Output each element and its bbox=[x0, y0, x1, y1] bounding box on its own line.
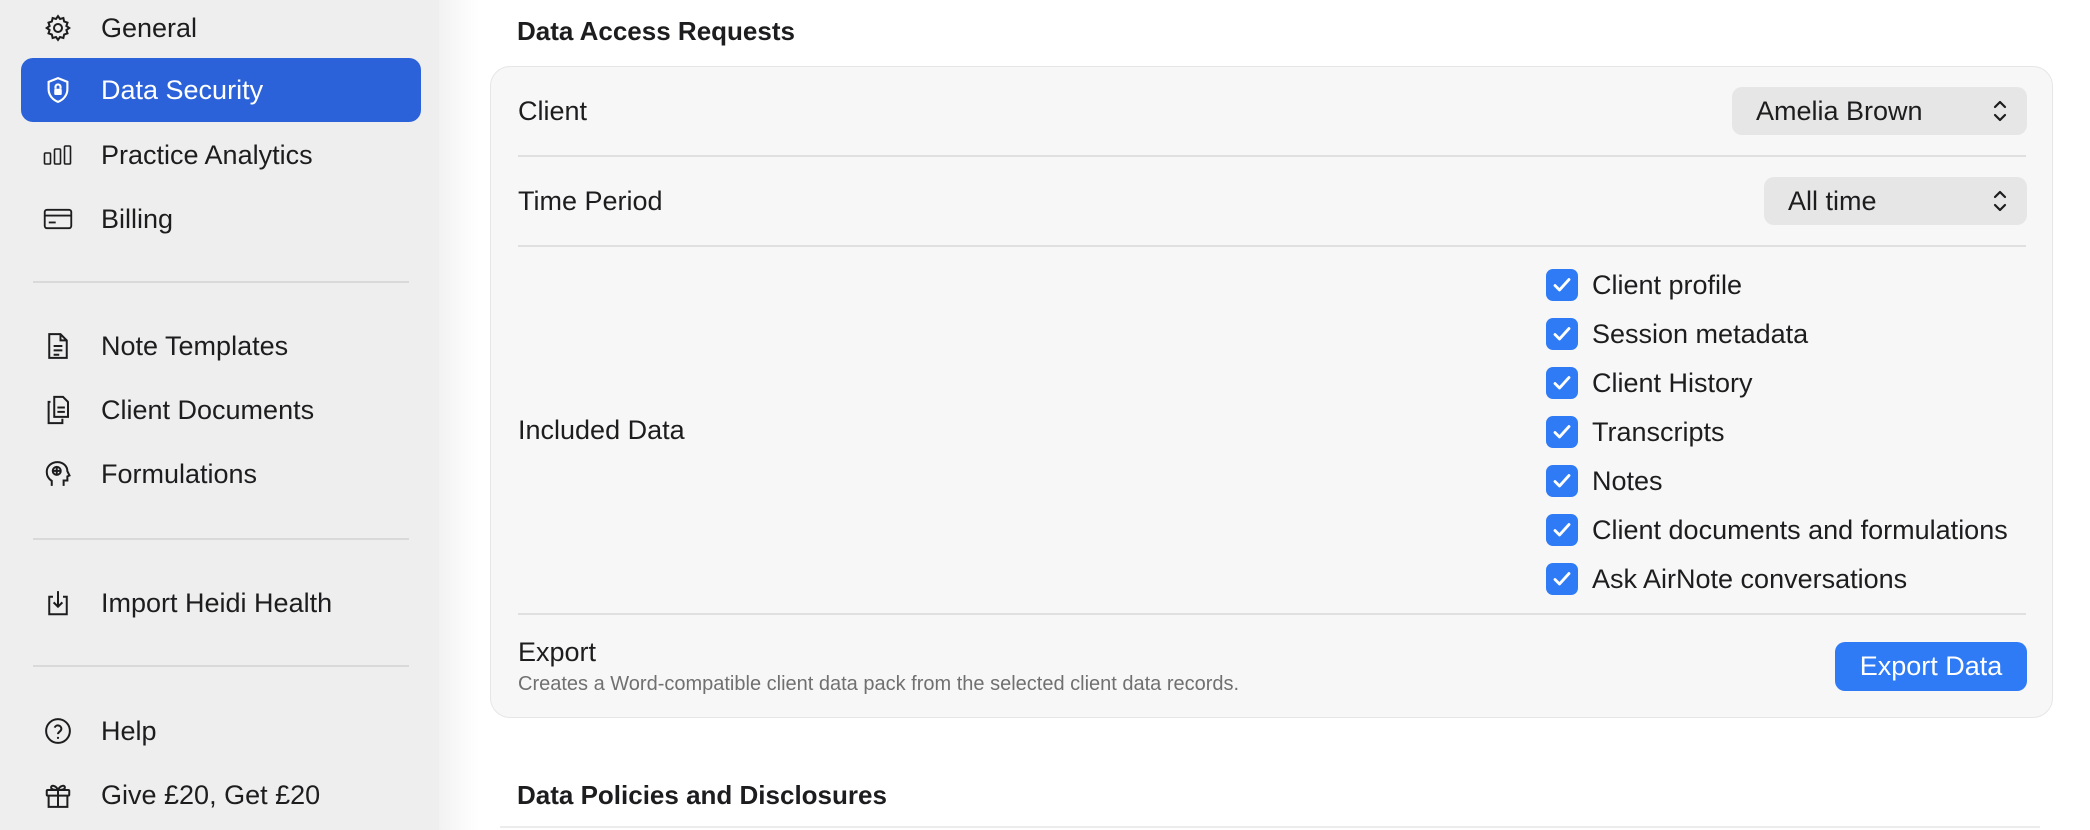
client-select[interactable]: Amelia Brown bbox=[1732, 87, 2027, 135]
up-down-chevron-icon bbox=[1993, 100, 2007, 122]
export-description: Creates a Word-compatible client data pa… bbox=[518, 673, 1240, 695]
checkbox-client-history[interactable]: Client History bbox=[1546, 365, 2026, 401]
import-tray-icon bbox=[43, 588, 73, 618]
sidebar-item-label: Note Templates bbox=[101, 330, 289, 361]
checkbox-checked[interactable] bbox=[1546, 514, 1578, 546]
checkbox-label: Ask AirNote conversations bbox=[1592, 563, 1908, 594]
checkbox-checked[interactable] bbox=[1546, 318, 1578, 350]
client-select-value: Amelia Brown bbox=[1756, 95, 1923, 126]
checkmark-icon bbox=[1553, 425, 1571, 439]
time-period-select-value: All time bbox=[1788, 185, 1877, 216]
checkmark-icon bbox=[1553, 376, 1571, 390]
up-down-chevron-icon bbox=[1993, 190, 2007, 212]
checkbox-notes[interactable]: Notes bbox=[1546, 463, 2026, 499]
row-separator bbox=[518, 245, 2026, 247]
section-divider bbox=[500, 826, 2040, 828]
sidebar-item-formulations[interactable]: Formulations bbox=[21, 442, 421, 506]
checkbox-checked[interactable] bbox=[1546, 269, 1578, 301]
sidebar-item-billing[interactable]: Billing bbox=[21, 187, 421, 251]
head-brain-icon bbox=[43, 459, 73, 489]
question-circle-icon bbox=[43, 716, 73, 746]
checkbox-checked[interactable] bbox=[1546, 367, 1578, 399]
checkbox-session-metadata[interactable]: Session metadata bbox=[1546, 316, 2026, 352]
gear-icon bbox=[43, 13, 73, 43]
gift-icon bbox=[43, 780, 73, 810]
checkbox-label: Notes bbox=[1592, 465, 1663, 496]
checkbox-label: Transcripts bbox=[1592, 416, 1725, 447]
data-access-card: Client Amelia Brown Time Period All time… bbox=[490, 66, 2053, 718]
checkmark-icon bbox=[1553, 327, 1571, 341]
export-label: Export bbox=[518, 637, 597, 667]
checkbox-client-documents-formulations[interactable]: Client documents and formulations bbox=[1546, 512, 2026, 548]
sidebar-item-label: Formulations bbox=[101, 458, 258, 489]
included-data-label: Included Data bbox=[518, 415, 685, 445]
sidebar-item-help[interactable]: Help bbox=[21, 699, 421, 763]
sidebar-item-label: Data Security bbox=[101, 74, 264, 105]
row-separator bbox=[518, 155, 2026, 157]
sidebar-divider bbox=[33, 281, 409, 283]
time-period-label: Time Period bbox=[518, 186, 663, 216]
checkbox-ask-airnote-conversations[interactable]: Ask AirNote conversations bbox=[1546, 561, 2026, 597]
section-title-data-access-requests: Data Access Requests bbox=[517, 16, 795, 46]
sidebar-item-data-security[interactable]: Data Security bbox=[21, 58, 421, 122]
sidebar: General Data Security Practice Analytics bbox=[0, 0, 439, 830]
sidebar-item-practice-analytics[interactable]: Practice Analytics bbox=[21, 123, 421, 187]
row-separator bbox=[518, 613, 2026, 615]
time-period-select[interactable]: All time bbox=[1764, 177, 2027, 225]
checkbox-label: Client History bbox=[1592, 367, 1753, 398]
checkbox-client-profile[interactable]: Client profile bbox=[1546, 267, 2026, 303]
export-data-button[interactable]: Export Data bbox=[1835, 642, 2027, 691]
sidebar-item-general[interactable]: General bbox=[21, 0, 421, 60]
checkbox-checked[interactable] bbox=[1546, 465, 1578, 497]
sidebar-divider bbox=[33, 665, 409, 667]
checkbox-label: Client profile bbox=[1592, 269, 1743, 300]
sidebar-item-label: Help bbox=[101, 715, 157, 746]
checkbox-checked[interactable] bbox=[1546, 416, 1578, 448]
checkmark-icon bbox=[1553, 474, 1571, 488]
checkmark-icon bbox=[1553, 572, 1571, 586]
sidebar-item-client-documents[interactable]: Client Documents bbox=[21, 378, 421, 442]
sidebar-item-label: Client Documents bbox=[101, 394, 315, 425]
checkmark-icon bbox=[1553, 523, 1571, 537]
shield-lock-icon bbox=[43, 75, 73, 105]
checkbox-label: Session metadata bbox=[1592, 318, 1809, 349]
sidebar-item-label: General bbox=[101, 12, 198, 43]
sidebar-item-label: Give £20, Get £20 bbox=[101, 779, 321, 810]
sidebar-item-referral[interactable]: Give £20, Get £20 bbox=[21, 763, 421, 827]
documents-icon bbox=[43, 395, 73, 425]
checkbox-checked[interactable] bbox=[1546, 563, 1578, 595]
document-icon bbox=[43, 331, 73, 361]
sidebar-item-label: Billing bbox=[101, 203, 174, 234]
section-title-data-policies: Data Policies and Disclosures bbox=[517, 780, 887, 810]
sidebar-item-note-templates[interactable]: Note Templates bbox=[21, 314, 421, 378]
sidebar-item-label: Practice Analytics bbox=[101, 139, 313, 170]
sidebar-divider bbox=[33, 538, 409, 540]
checkbox-transcripts[interactable]: Transcripts bbox=[1546, 414, 2026, 450]
sidebar-item-label: Import Heidi Health bbox=[101, 587, 333, 618]
bar-chart-icon bbox=[43, 140, 73, 170]
sidebar-shadow bbox=[439, 0, 479, 830]
credit-card-icon bbox=[43, 204, 73, 234]
checkbox-label: Client documents and formulations bbox=[1592, 514, 2008, 545]
sidebar-item-import-heidi-health[interactable]: Import Heidi Health bbox=[21, 571, 421, 635]
client-label: Client bbox=[518, 96, 588, 126]
checkmark-icon bbox=[1553, 278, 1571, 292]
